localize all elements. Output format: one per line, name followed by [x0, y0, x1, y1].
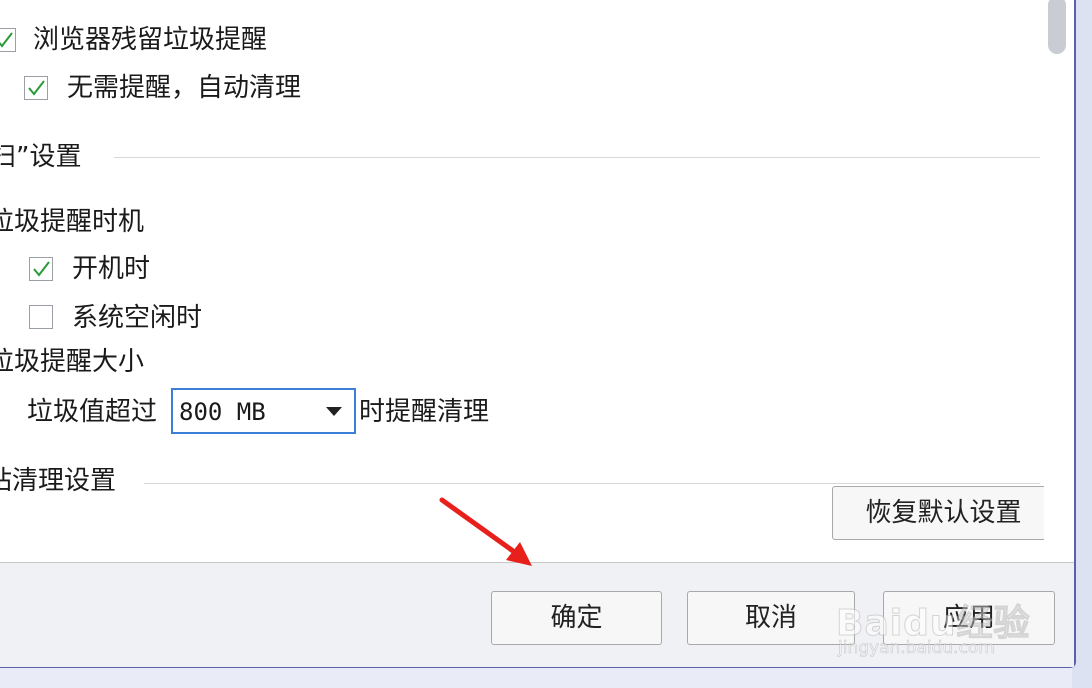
- on-boot-checkbox[interactable]: [29, 257, 53, 281]
- section-divider: [144, 483, 1040, 484]
- browser-junk-reminder-label: 浏览器残留垃圾提醒: [33, 25, 268, 55]
- auto-clean-checkbox[interactable]: [24, 76, 48, 100]
- section-divider: [114, 157, 1040, 158]
- ok-button[interactable]: 确定: [491, 591, 662, 645]
- watermark-url: jingyan.baidu.com: [838, 638, 995, 659]
- reminder-timing-title: 垃圾提醒时机: [0, 207, 145, 237]
- size-threshold-select[interactable]: 800 MB: [171, 388, 356, 434]
- reminder-size-title: 垃圾提醒大小: [0, 347, 145, 377]
- size-suffix-label: 时提醒清理: [359, 397, 490, 427]
- browser-junk-reminder-checkbox[interactable]: [0, 28, 16, 52]
- red-arrow-annotation: [439, 497, 532, 566]
- on-idle-checkbox[interactable]: [29, 305, 53, 329]
- scan-section-title: 扫”设置: [0, 142, 82, 172]
- baidu-watermark: Baidu经验 jingyan.baidu.com: [835, 572, 1036, 664]
- chevron-down-icon[interactable]: [326, 407, 342, 416]
- check-icon: [28, 80, 45, 96]
- size-threshold-value: 800 MB: [179, 398, 266, 426]
- restore-defaults-button[interactable]: 恢复默认设置: [832, 486, 1055, 540]
- scrollbar-track[interactable]: [1044, 0, 1074, 562]
- size-prefix-label: 垃圾值超过: [27, 397, 158, 427]
- on-idle-label: 系统空闲时: [72, 303, 203, 333]
- scrollbar-thumb[interactable]: [1048, 0, 1066, 54]
- cancel-button[interactable]: 取消: [687, 591, 855, 645]
- site-clean-section-title: 站清理设置: [0, 466, 117, 496]
- settings-content: 浏览器残留垃圾提醒 无需提醒，自动清理 扫”设置 垃圾提醒时机 开机时 系统空闲…: [0, 0, 1055, 562]
- check-icon: [0, 32, 13, 48]
- on-boot-label: 开机时: [72, 254, 151, 284]
- auto-clean-label: 无需提醒，自动清理: [67, 73, 302, 103]
- check-icon: [33, 261, 50, 277]
